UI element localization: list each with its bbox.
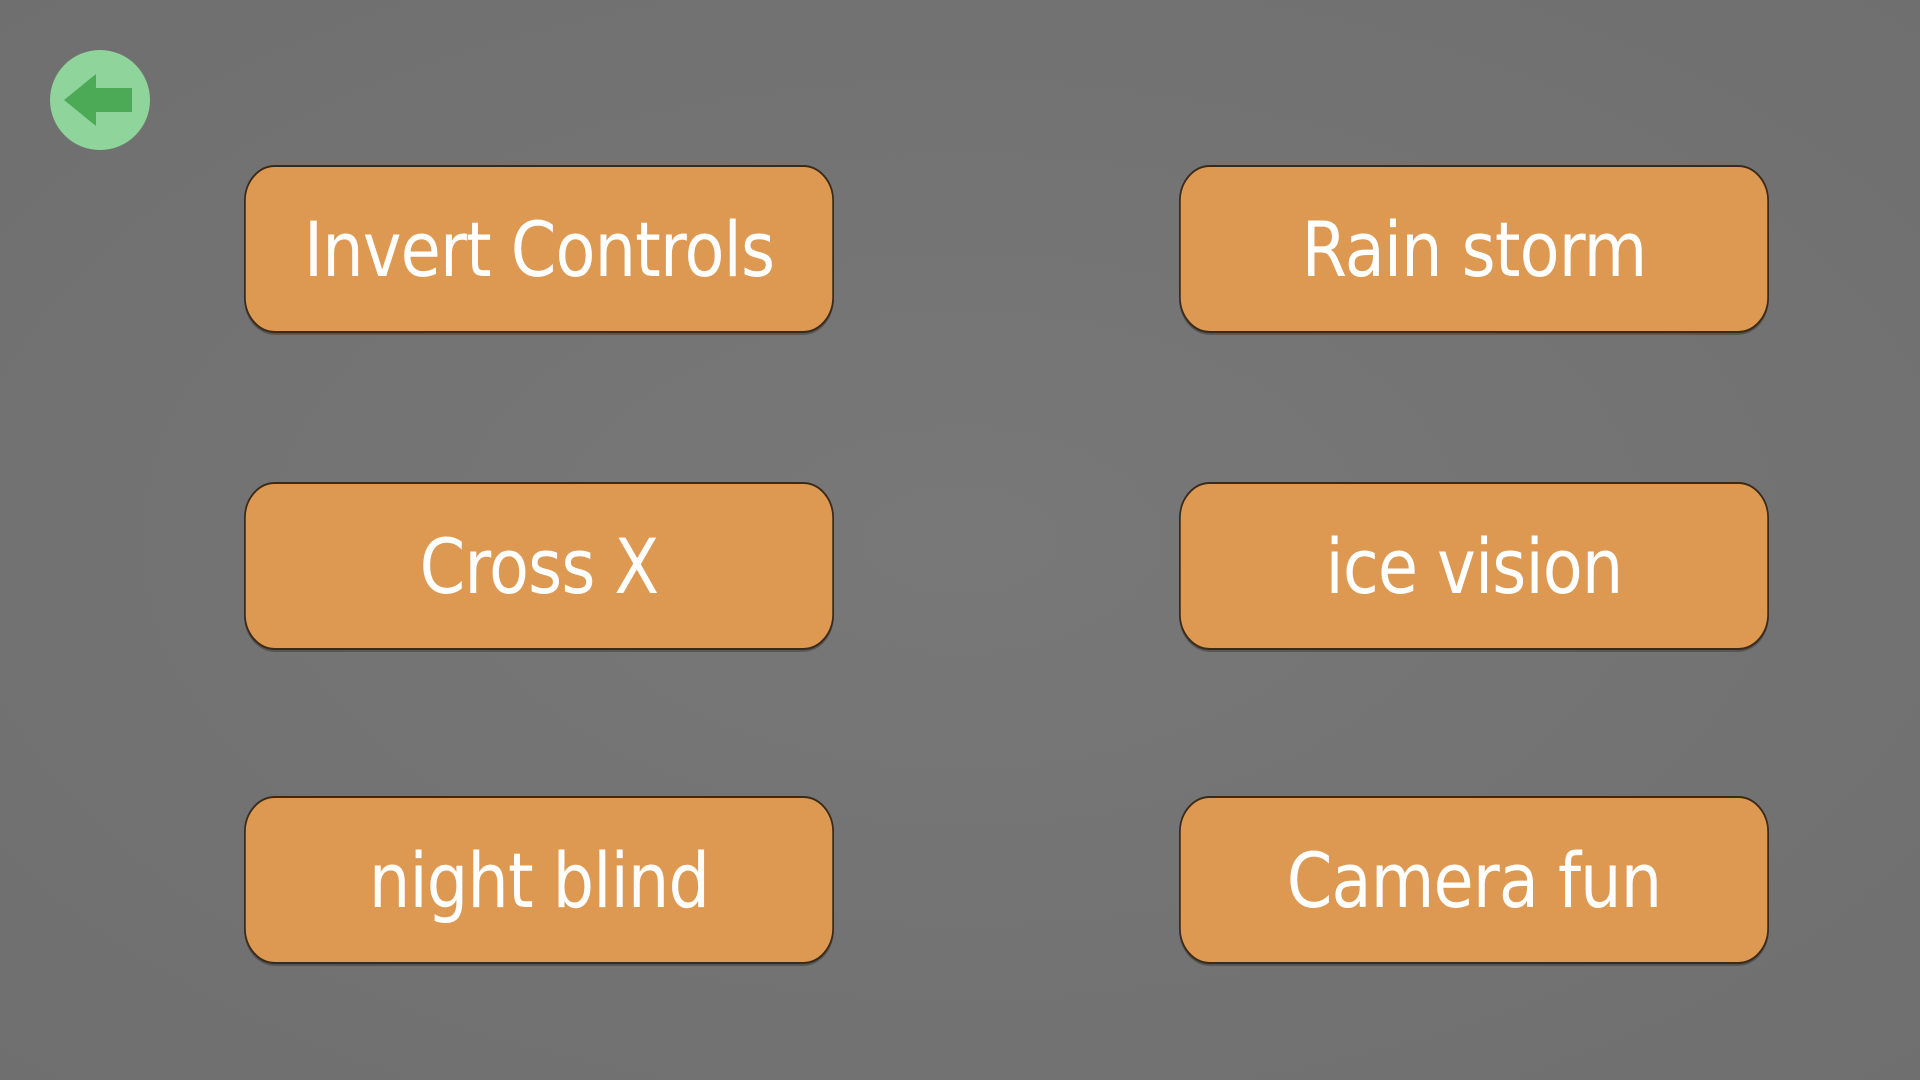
invert-controls-button[interactable]: Invert Controls: [244, 165, 834, 333]
rain-storm-button[interactable]: Rain storm: [1179, 165, 1769, 333]
night-blind-button[interactable]: night blind: [244, 796, 834, 964]
camera-fun-button[interactable]: Camera fun: [1179, 796, 1769, 964]
back-button[interactable]: [50, 50, 150, 150]
cross-x-button[interactable]: Cross X: [244, 482, 834, 650]
arrow-left-icon: [64, 74, 132, 126]
ice-vision-button[interactable]: ice vision: [1179, 482, 1769, 650]
